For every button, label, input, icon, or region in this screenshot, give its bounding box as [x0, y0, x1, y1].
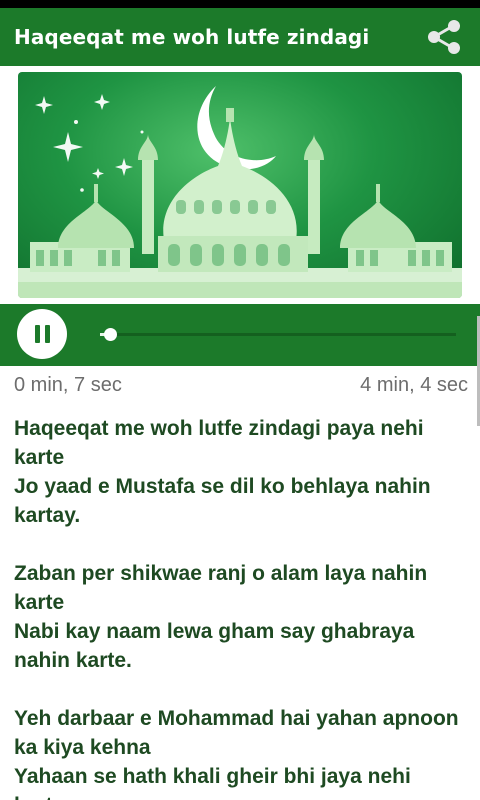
total-duration: 4 min, 4 sec	[360, 373, 468, 396]
audio-player	[0, 304, 480, 366]
lyric-line: Yahaan se hath khali gheir bhi jaya nehi…	[14, 765, 411, 800]
pause-button[interactable]	[17, 309, 67, 359]
seek-thumb[interactable]	[103, 328, 117, 341]
lyric-stanza: Zaban per shikwae ranj o alam laya nahin…	[14, 559, 466, 675]
lyric-line: Haqeeqat me woh lutfe zindagi paya nehi …	[14, 417, 424, 469]
app-title: Haqeeqat me woh lutfe zindagi	[14, 25, 370, 49]
lyric-stanza: Haqeeqat me woh lutfe zindagi paya nehi …	[14, 414, 466, 530]
seek-bar[interactable]	[100, 328, 456, 341]
album-art-area	[0, 66, 480, 304]
app-bar: Haqeeqat me woh lutfe zindagi	[0, 8, 480, 66]
elapsed-time: 0 min, 7 sec	[14, 373, 122, 396]
share-icon	[428, 20, 460, 54]
lyric-line: Yeh darbaar e Mohammad hai yahan apnoon …	[14, 707, 459, 759]
pause-icon	[32, 325, 52, 343]
lyric-line: Jo yaad e Mustafa se dil ko behlaya nahi…	[14, 475, 431, 527]
lyrics-text: Haqeeqat me woh lutfe zindagi paya nehi …	[14, 414, 466, 800]
lyric-line: Nabi kay naam lewa gham say ghabraya nah…	[14, 620, 415, 672]
time-row: 0 min, 7 sec 4 min, 4 sec	[14, 372, 468, 398]
share-button[interactable]	[422, 15, 466, 59]
mosque-artwork	[18, 72, 462, 298]
lyric-stanza: Yeh darbaar e Mohammad hai yahan apnoon …	[14, 704, 466, 800]
status-bar	[0, 0, 480, 8]
lyric-line: Zaban per shikwae ranj o alam laya nahin…	[14, 562, 428, 614]
